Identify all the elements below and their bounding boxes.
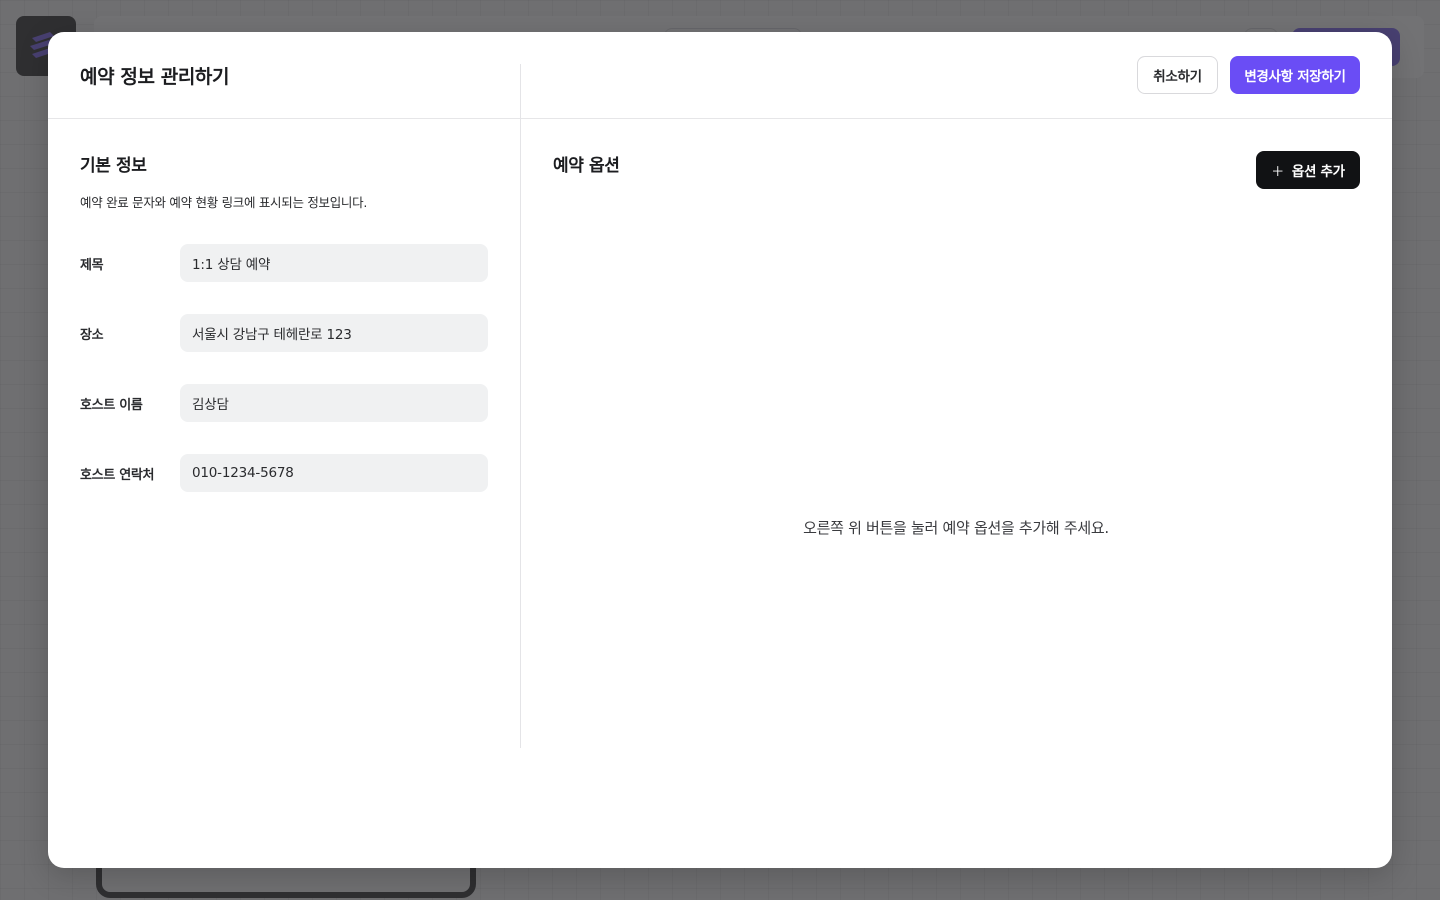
options-empty-message: 오른쪽 위 버튼을 눌러 예약 옵션을 추가해 주세요.	[803, 519, 1109, 537]
modal-title: 예약 정보 관리하기	[80, 65, 230, 88]
basic-info-panel: 기본 정보 예약 완료 문자와 예약 현황 링크에 표시되는 정보입니다. 제목…	[48, 119, 520, 867]
host-name-input[interactable]	[180, 384, 488, 422]
form-row-title: 제목	[80, 244, 488, 282]
field-label-host-contact: 호스트 연락처	[80, 467, 155, 483]
plus-icon: ＋	[1271, 164, 1284, 180]
form-row-location: 장소	[80, 314, 488, 352]
booking-options-panel: 예약 옵션 ＋ 옵션 추가 오른쪽 위 버튼을 눌러 예약 옵션을 추가해 주세…	[520, 119, 1392, 867]
header-actions: 취소하기 변경사항 저장하기	[1137, 56, 1360, 94]
add-option-label: 옵션 추가	[1291, 164, 1345, 180]
booking-settings-modal: 예약 정보 관리하기 취소하기 변경사항 저장하기 기본 정보 예약 완료 문자…	[48, 32, 1392, 868]
field-label-title: 제목	[80, 257, 104, 273]
options-title: 예약 옵션	[553, 156, 620, 176]
location-input[interactable]	[180, 314, 488, 352]
form-row-host-name: 호스트 이름	[80, 384, 488, 422]
basic-info-form: 제목 장소 호스트 이름 호스트 연락처	[80, 244, 488, 492]
save-changes-button[interactable]: 변경사항 저장하기	[1230, 56, 1360, 94]
modal-body: 기본 정보 예약 완료 문자와 예약 현황 링크에 표시되는 정보입니다. 제목…	[48, 64, 1392, 867]
title-input[interactable]	[180, 244, 488, 282]
field-label-location: 장소	[80, 327, 104, 343]
add-option-button[interactable]: ＋ 옵션 추가	[1256, 151, 1360, 189]
options-header: 예약 옵션 ＋ 옵션 추가	[553, 151, 1360, 189]
basic-info-title: 기본 정보	[80, 156, 147, 176]
host-contact-input[interactable]	[180, 454, 488, 492]
basic-info-description: 예약 완료 문자와 예약 현황 링크에 표시되는 정보입니다.	[80, 195, 367, 210]
field-label-host-name: 호스트 이름	[80, 397, 143, 413]
form-row-host-contact: 호스트 연락처	[80, 454, 488, 492]
modal-header: 예약 정보 관리하기 취소하기 변경사항 저장하기	[48, 32, 1392, 119]
cancel-button[interactable]: 취소하기	[1137, 56, 1218, 94]
